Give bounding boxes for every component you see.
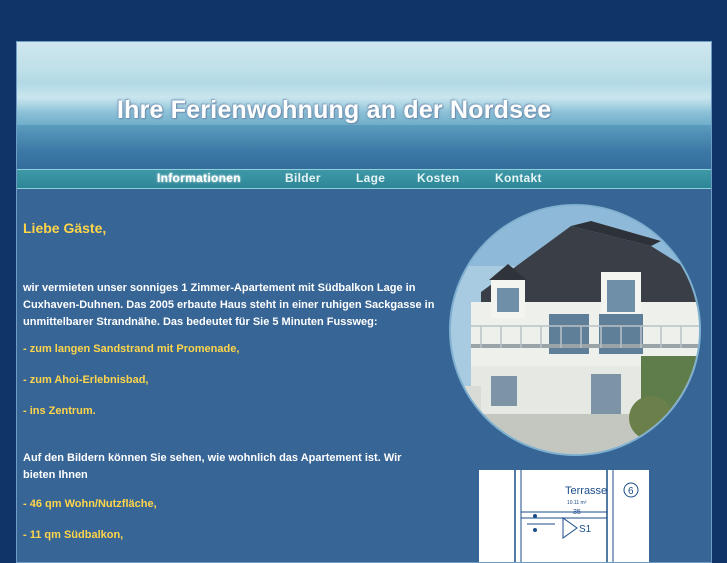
main-navigation: Informationen Bilder Lage Kosten Kontakt [17, 169, 711, 189]
distance-item-center: - ins Zentrum. [23, 405, 96, 417]
intro-paragraph: wir vermieten unser sonniges 1 Zimmer-Ap… [23, 282, 435, 328]
plan-dimension: 35 [573, 509, 581, 516]
greeting-heading: Liebe Gäste, [23, 220, 107, 236]
feature-item-area: - 46 qm Wohn/Nutzfläche, [23, 498, 157, 510]
feature-item-balcony: - 11 qm Südbalkon, [23, 529, 124, 541]
distance-item-bath: - zum Ahoi-Erlebnisbad, [23, 374, 149, 386]
nav-item-lage[interactable]: Lage [356, 171, 385, 185]
nav-item-informationen[interactable]: Informationen [157, 171, 241, 185]
header-banner: Ihre Ferienwohnung an der Nordsee [17, 42, 711, 169]
distance-item-beach: - zum langen Sandstrand mit Promenade, [23, 343, 240, 355]
floor-plan-image: Terrasse 6 10.11 m² 35 S1 [479, 470, 649, 562]
nav-item-kosten[interactable]: Kosten [417, 171, 459, 185]
offer-paragraph: Auf den Bildern können Sie sehen, wie wo… [23, 452, 402, 481]
nav-item-kontakt[interactable]: Kontakt [495, 171, 542, 185]
plan-terrace-label: Terrasse [565, 485, 607, 497]
house-illustration [451, 206, 699, 454]
floor-plan-drawing: Terrasse 6 10.11 m² 35 S1 [479, 470, 649, 562]
plan-area-small: 10.11 m² [567, 500, 587, 506]
page-frame: Ihre Ferienwohnung an der Nordsee Inform… [16, 41, 712, 563]
house-photo [449, 204, 701, 456]
nav-item-bilder[interactable]: Bilder [285, 171, 321, 185]
site-title: Ihre Ferienwohnung an der Nordsee [117, 96, 552, 124]
banner-sea [17, 125, 711, 169]
plan-room-label: S1 [579, 524, 592, 535]
plan-room-number: 6 [628, 486, 634, 497]
